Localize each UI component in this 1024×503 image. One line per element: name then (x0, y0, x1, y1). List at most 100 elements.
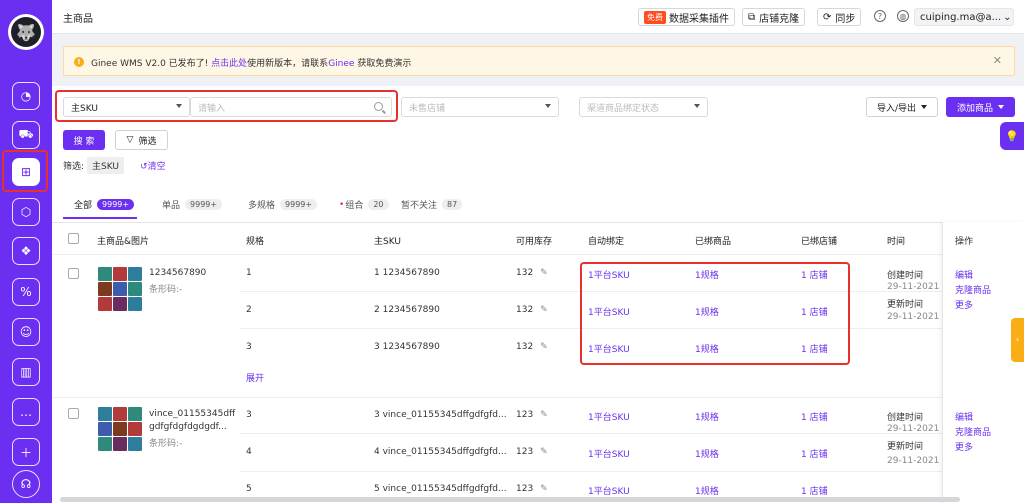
search-button[interactable]: 搜 索 (63, 130, 105, 150)
shop-clone-button[interactable]: ⧉ 店铺克隆 (742, 8, 806, 26)
product-thumbnail[interactable] (98, 267, 142, 311)
product-thumbnail[interactable] (98, 407, 142, 451)
edit-pencil-icon[interactable]: ✎ (540, 447, 548, 457)
app-logo[interactable]: 🐺 (8, 14, 44, 50)
edit-pencil-icon[interactable]: ✎ (540, 305, 548, 315)
auto-bind-link[interactable]: 1平台SKU (588, 447, 630, 460)
inventory-box-icon[interactable]: ⬡ (12, 198, 40, 226)
bound-products-link[interactable]: 1规格 (695, 410, 719, 423)
row-checkbox[interactable] (68, 268, 79, 279)
caret-down-icon (694, 104, 700, 108)
tab-bundle[interactable]: • 组合 20 (339, 198, 389, 211)
master-sku-value: 5 vince_01155345dffgdfgfd... (374, 484, 507, 494)
stock-cell: 123 ✎ (516, 410, 548, 420)
release-notice: ! Ginee WMS V2.0 已发布了! 点击此处使用新版本，请联系Gine… (63, 46, 1015, 76)
tab-single[interactable]: 单品 9999+ (162, 198, 223, 211)
clear-filters-link[interactable]: ↺清空 (140, 159, 166, 172)
stock-value: 123 (516, 447, 534, 457)
sync-label: 同步 (835, 13, 856, 25)
import-export-button[interactable]: 导入/导出 (866, 97, 938, 117)
close-icon[interactable]: ✕ (993, 54, 1002, 67)
red-dot-icon: • (339, 199, 345, 210)
dropbox-icon[interactable]: ❖ (12, 237, 40, 265)
chevron-down-icon: ⌄ (1003, 11, 1012, 23)
bound-products-link[interactable]: 1规格 (695, 447, 719, 460)
tab-ignored[interactable]: 暂不关注 87 (401, 198, 463, 211)
auto-bind-link[interactable]: 1平台SKU (588, 410, 630, 423)
stock-cell: 132 ✎ (516, 268, 548, 278)
bound-shops-link[interactable]: 1 店铺 (801, 484, 828, 497)
data-collector-button[interactable]: 免费 数据采集插件 (638, 8, 735, 26)
active-tab-indicator (63, 217, 137, 219)
tab-label: 多规格 (248, 201, 276, 211)
wolf-logo-icon: 🐺 (11, 17, 41, 47)
row-checkbox[interactable] (68, 408, 79, 419)
master-sku-value: 3 vince_01155345dffgdfgfd... (374, 410, 507, 420)
customers-icon[interactable]: ☺ (12, 318, 40, 346)
filter-tag[interactable]: 主SKU (87, 157, 125, 174)
language-globe-icon[interactable]: ◍ (897, 10, 909, 22)
header-product: 主商品&图片 (97, 237, 150, 247)
shop-select[interactable]: 未售店铺 (401, 97, 559, 117)
tab-label: 暂不关注 (401, 201, 438, 211)
product-name-line2[interactable]: gdfgfdgfdgdgdf... (149, 422, 227, 432)
bound-shops-link[interactable]: 1 店铺 (801, 410, 828, 423)
horizontal-scrollbar[interactable] (60, 497, 960, 502)
bound-shops-link[interactable]: 1 店铺 (801, 447, 828, 460)
master-sku-value: 4 vince_01155345dffgdfgfd... (374, 447, 507, 457)
tab-count: 9999+ (185, 199, 223, 210)
add-product-button[interactable]: 添加商品 (946, 97, 1015, 117)
product-name[interactable]: 1234567890 (149, 268, 206, 278)
undo-icon: ↺ (140, 162, 148, 172)
tab-multi-spec[interactable]: 多规格 9999+ (248, 198, 318, 211)
edit-pencil-icon[interactable]: ✎ (540, 342, 548, 352)
filter-button[interactable]: ▽ 筛选 (115, 130, 168, 150)
tab-count: 9999+ (280, 199, 318, 210)
edit-link[interactable]: 编辑 (955, 410, 973, 423)
side-panel-toggle-chevron-left-icon[interactable]: ‹ (1011, 318, 1024, 362)
add-app-icon[interactable]: ＋ (12, 438, 40, 466)
select-all-checkbox[interactable] (68, 233, 79, 244)
stock-cell: 132 ✎ (516, 342, 548, 352)
help-icon[interactable]: ? (874, 10, 886, 22)
annotation-highlight-sidebar (2, 150, 48, 192)
headset-support-icon[interactable]: ☊ (12, 470, 40, 498)
notice-ginee-link[interactable]: Ginee (328, 59, 354, 69)
filter-funnel-icon: ▽ (126, 135, 134, 145)
edit-pencil-icon[interactable]: ✎ (540, 484, 548, 494)
stock-cell: 132 ✎ (516, 305, 548, 315)
report-chart-icon[interactable]: ▥ (12, 358, 40, 386)
filter-prefix-label: 筛选: (63, 162, 85, 172)
spec-value: 1 (246, 268, 252, 278)
bind-status-select[interactable]: 渠道商品绑定状态 (579, 97, 708, 117)
product-name[interactable]: vince_01155345dff (149, 409, 235, 419)
edit-pencil-icon[interactable]: ✎ (540, 268, 548, 278)
more-link[interactable]: 更多 (955, 298, 973, 311)
page-title: 主商品 (63, 14, 93, 25)
chat-icon[interactable]: … (12, 398, 40, 426)
stock-value: 123 (516, 484, 534, 494)
auto-bind-link[interactable]: 1平台SKU (588, 484, 630, 497)
tab-all[interactable]: 全部 9999+ (74, 198, 135, 211)
promotion-percent-icon[interactable]: % (12, 278, 40, 306)
cart-icon[interactable]: ⛟ (12, 121, 40, 149)
header-bound-shops: 已绑店铺 (801, 237, 838, 247)
lightbulb-tips-icon[interactable]: 💡 (1000, 122, 1024, 150)
edit-pencil-icon[interactable]: ✎ (540, 410, 548, 420)
expand-link[interactable]: 展开 (246, 371, 264, 384)
bound-products-link[interactable]: 1规格 (695, 484, 719, 497)
clone-product-link[interactable]: 克隆商品 (955, 425, 991, 438)
stock-value: 123 (516, 410, 534, 420)
more-link[interactable]: 更多 (955, 440, 973, 453)
user-menu[interactable]: cuiping.ma@a... ⌄ (914, 8, 1014, 26)
notice-mid: 使用新版本，请联系 (247, 59, 329, 69)
annotation-highlight-bindings (580, 262, 850, 365)
caret-down-icon (998, 105, 1004, 109)
master-sku-value: 3 1234567890 (374, 342, 440, 352)
sync-button[interactable]: ⟳ 同步 (817, 8, 862, 26)
notice-click-here-link[interactable]: 点击此处 (211, 59, 247, 69)
annotation-highlight-search (55, 90, 398, 122)
clone-product-link[interactable]: 克隆商品 (955, 283, 991, 296)
edit-link[interactable]: 编辑 (955, 268, 973, 281)
dashboard-icon[interactable]: ◔ (12, 82, 40, 110)
